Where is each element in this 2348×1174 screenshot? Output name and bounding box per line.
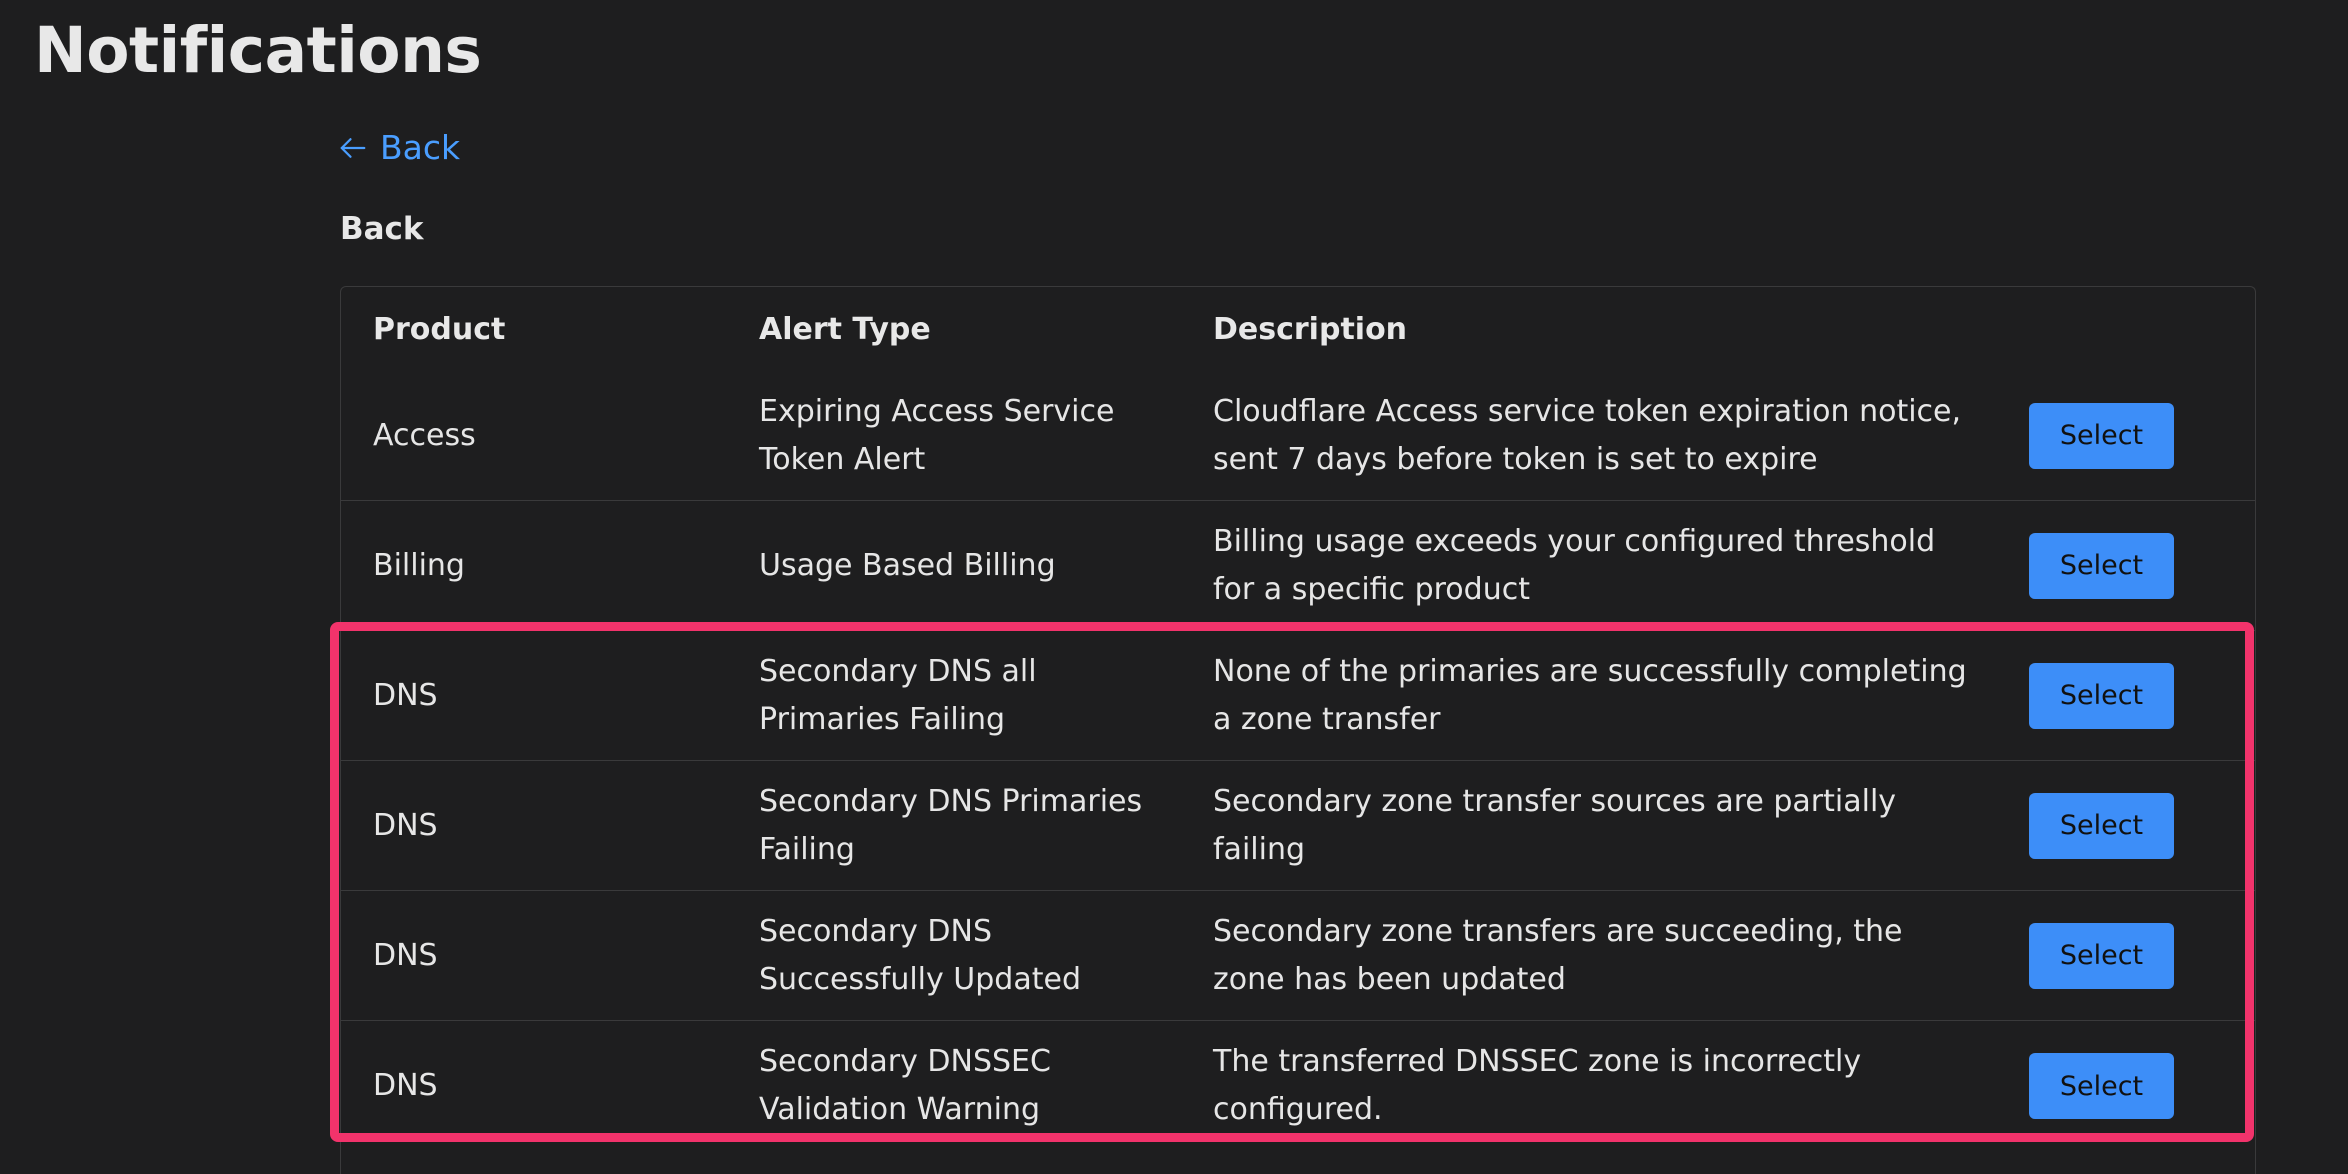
- alert-types-table: Product Alert Type Description Access Ex…: [340, 286, 2256, 1174]
- description-cell: Secondary zone transfers are succeeding,…: [1213, 913, 1903, 997]
- product-cell: Access: [373, 417, 476, 453]
- description-cell: Secondary zone transfer sources are part…: [1213, 783, 1897, 867]
- table-row: DNS Secondary DNSSEC Validation Warning …: [341, 1021, 2255, 1151]
- notifications-page: Notifications Back Back Product Alert Ty…: [0, 0, 2348, 1174]
- description-cell: The transferred DNSSEC zone is incorrect…: [1213, 1044, 1862, 1127]
- column-header-alert-type: Alert Type: [759, 312, 931, 347]
- table-row: DNS Secondary DNS Successfully Updated S…: [341, 891, 2255, 1021]
- arrow-left-icon: [340, 137, 366, 158]
- product-cell: DNS: [373, 937, 438, 973]
- table-row: Access Expiring Access Service Token Ale…: [341, 371, 2255, 501]
- back-link-label: Back: [380, 128, 461, 167]
- product-cell: DNS: [373, 807, 438, 843]
- product-cell: DNS: [373, 1068, 438, 1103]
- select-button[interactable]: Select: [2029, 922, 2174, 989]
- product-cell: Billing: [373, 547, 465, 583]
- alert-type-cell: Expiring Access Service Token Alert: [759, 393, 1115, 477]
- description-cell: Billing usage exceeds your configured th…: [1213, 523, 1936, 607]
- alert-type-cell: Secondary DNS Successfully Updated: [759, 913, 1081, 997]
- alert-type-cell: Secondary DNSSEC Validation Warning: [759, 1044, 1051, 1127]
- select-button[interactable]: Select: [2029, 1053, 2174, 1119]
- back-link[interactable]: Back: [338, 128, 460, 167]
- select-button[interactable]: Select: [2029, 532, 2174, 599]
- description-cell: Cloudflare Access service token expirati…: [1213, 393, 1962, 477]
- column-header-product: Product: [373, 312, 506, 347]
- alert-type-cell: Usage Based Billing: [759, 547, 1056, 583]
- select-button[interactable]: Select: [2029, 792, 2174, 859]
- alert-type-cell: Secondary DNS Primaries Failing: [759, 783, 1143, 867]
- description-cell: None of the primaries are successfully c…: [1213, 653, 1967, 737]
- column-header-description: Description: [1213, 312, 1408, 347]
- table-header-row: Product Alert Type Description: [341, 287, 2255, 371]
- product-cell: DNS: [373, 677, 438, 713]
- table-row: DNS Secondary DNS Primaries Failing Seco…: [341, 761, 2255, 891]
- table-row: Billing Usage Based Billing Billing usag…: [341, 501, 2255, 631]
- section-heading: Back: [340, 211, 424, 247]
- page-title: Notifications: [34, 14, 482, 87]
- table-row: DNS Secondary DNS all Primaries Failing …: [341, 631, 2255, 761]
- select-button[interactable]: Select: [2029, 402, 2174, 469]
- alert-type-cell: Secondary DNS all Primaries Failing: [759, 653, 1037, 737]
- select-button[interactable]: Select: [2029, 662, 2174, 729]
